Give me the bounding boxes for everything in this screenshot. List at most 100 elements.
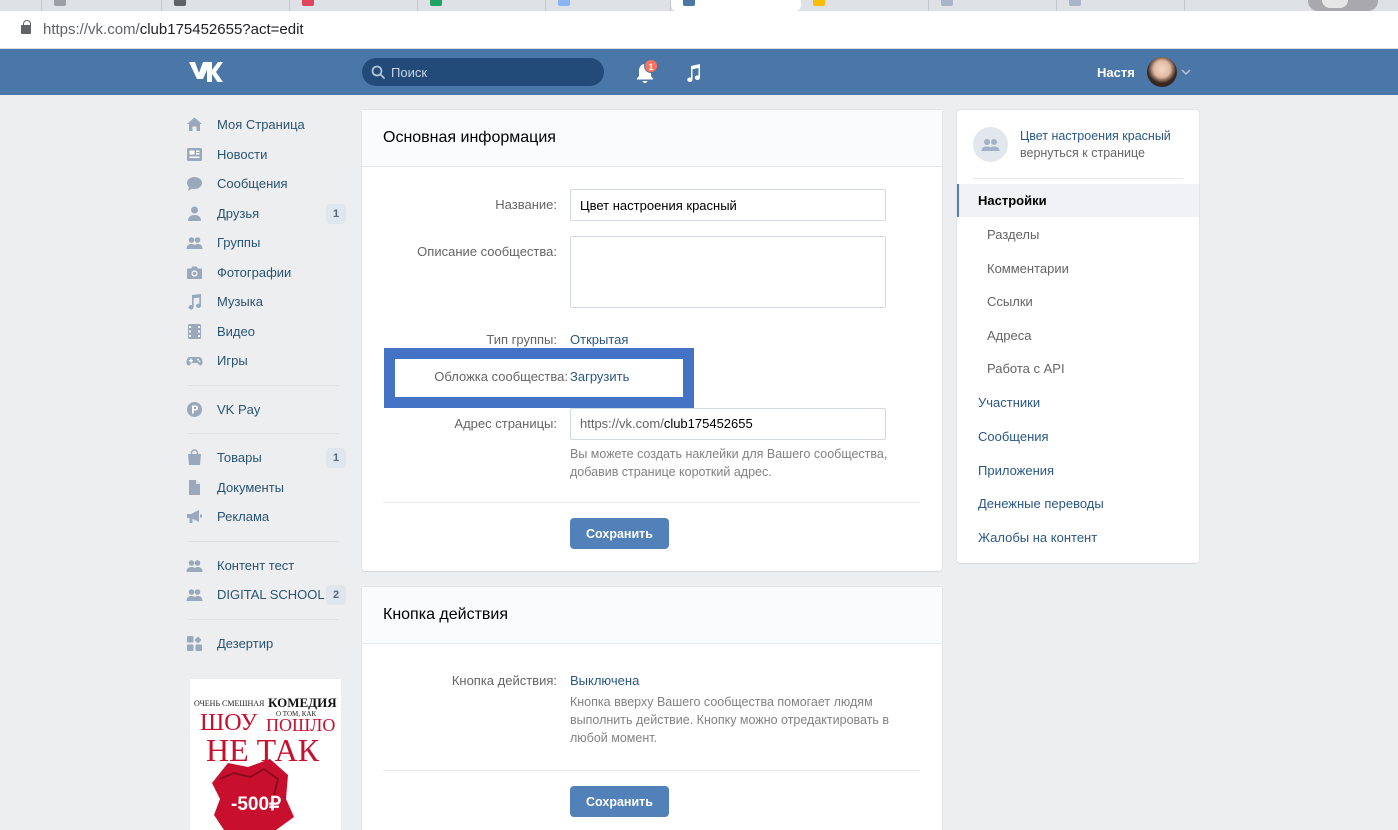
nav-label: Моя Страница [217, 117, 305, 133]
browser-tab[interactable] [162, 0, 290, 11]
card-title: Основная информация [383, 129, 556, 146]
action-button-card: Кнопка действия Кнопка действия: Выключе… [362, 587, 942, 830]
nav-item-photos[interactable]: Фотографии [186, 258, 351, 288]
group-type-label: Тип группы: [486, 332, 557, 347]
megaphone-icon [187, 510, 202, 524]
back-to-page-link[interactable]: вернуться к странице [1020, 146, 1145, 160]
nav-item-vk-pay[interactable]: VK Pay [186, 395, 351, 425]
avatar[interactable] [1147, 57, 1177, 87]
address-label: Адрес страницы: [454, 416, 557, 431]
browser-profile-chip[interactable] [1308, 0, 1378, 11]
nav-item-messages[interactable]: Сообщения [186, 169, 351, 199]
address-hint: Вы можете создать наклейки для Вашего со… [570, 445, 920, 481]
nav-item-music[interactable]: Музыка [186, 287, 351, 317]
user-name[interactable]: Настя [1097, 65, 1135, 80]
nav-item-documents[interactable]: Документы [186, 473, 351, 503]
nav-counter: 1 [326, 203, 346, 224]
nav-item-community-content-test[interactable]: Контент тест [186, 551, 351, 581]
chevron-down-icon[interactable] [1181, 68, 1191, 76]
browser-tab[interactable] [801, 0, 929, 11]
menu-item-settings[interactable]: Настройки [957, 184, 1199, 217]
menu-item-apps[interactable]: Приложения [957, 454, 1199, 487]
description-field[interactable] [570, 236, 886, 308]
save-button[interactable]: Сохранить [570, 518, 669, 549]
nav-item-community-digital-school[interactable]: DIGITAL SCHOOL 2 [186, 580, 351, 610]
nav-item-app-dezertir[interactable]: Дезертир [186, 629, 351, 659]
browser-tab[interactable] [0, 0, 42, 11]
nav-item-my-page[interactable]: Моя Страница [186, 110, 351, 140]
home-icon [187, 117, 202, 132]
ad-banner[interactable]: ОЧЕНЬ СМЕШНАЯ КОМЕДИЯ О ТОМ, КАК ШОУ ПОШ… [190, 679, 341, 830]
nav-item-news[interactable]: Новости [186, 140, 351, 170]
ad-text-comedy: КОМЕДИЯ [268, 695, 337, 710]
group-type-link[interactable]: Открытая [570, 332, 628, 347]
action-button-label: Кнопка действия: [451, 673, 557, 688]
address-prefix: https://vk.com/ [580, 416, 664, 431]
card-header: Кнопка действия [362, 587, 942, 644]
menu-item-members[interactable]: Участники [957, 386, 1199, 419]
groups-icon [186, 237, 203, 250]
notification-badge: 1 [644, 59, 658, 73]
cover-highlight-box: Обложка сообщества: Загрузить [384, 348, 694, 408]
nav-label: Реклама [217, 509, 270, 525]
search-icon [371, 65, 385, 79]
music-icon[interactable] [683, 63, 703, 83]
group-avatar[interactable] [973, 127, 1008, 162]
address-bar[interactable]: https://vk.com/club175452655?act=edit [0, 11, 1398, 49]
cover-label: Обложка сообщества: [434, 369, 568, 384]
search-box[interactable] [362, 58, 604, 86]
action-button-status-link[interactable]: Выключена [570, 673, 639, 688]
nav-label: DIGITAL SCHOOL [217, 587, 325, 603]
nav-label: Группы [217, 235, 261, 251]
save-button[interactable]: Сохранить [570, 786, 669, 817]
menu-item-comments[interactable]: Комментарии [957, 252, 1199, 285]
nav-item-friends[interactable]: Друзья 1 [186, 199, 351, 229]
nav-divider [188, 540, 339, 542]
url-text[interactable]: https://vk.com/club175452655?act=edit [43, 21, 304, 38]
nav-item-ads[interactable]: Реклама [186, 502, 351, 532]
menu-item-money-transfers[interactable]: Денежные переводы [957, 487, 1199, 520]
menu-item-api[interactable]: Работа с API [957, 352, 1199, 385]
lock-icon[interactable] [21, 20, 31, 34]
hint-line: любой момент. [570, 731, 658, 745]
camera-icon [187, 266, 202, 279]
action-button-hint: Кнопка вверху Вашего сообщества помогает… [570, 693, 920, 747]
browser-tab[interactable] [290, 0, 418, 11]
group-name-link[interactable]: Цвет настроения красный [1020, 129, 1171, 143]
community-icon [981, 139, 1000, 151]
friends-icon [188, 206, 201, 221]
menu-item-content-complaints[interactable]: Жалобы на контент [957, 521, 1199, 554]
nav-item-games[interactable]: Игры [186, 346, 351, 376]
menu-item-addresses[interactable]: Адреса [957, 319, 1199, 352]
nav-divider [188, 433, 339, 434]
cover-upload-link[interactable]: Загрузить [570, 369, 629, 384]
vk-logo-icon[interactable] [187, 59, 223, 85]
browser-tab-active[interactable] [671, 0, 801, 11]
address-value: club175452655 [663, 416, 753, 431]
nav-label: Друзья [217, 205, 260, 221]
address-hint-line: добавив странице короткий адрес. [570, 465, 772, 479]
browser-tab[interactable] [929, 0, 1057, 11]
community-icon [186, 589, 203, 602]
menu-item-messages[interactable]: Сообщения [957, 420, 1199, 453]
search-input[interactable] [391, 58, 596, 86]
browser-tab[interactable] [418, 0, 546, 11]
browser-tab[interactable] [546, 0, 671, 11]
description-label: Описание сообщества: [417, 244, 557, 259]
nav-label: Товары [217, 450, 262, 466]
nav-label: Контент тест [217, 557, 295, 573]
name-field[interactable] [570, 189, 886, 221]
address-field[interactable]: https://vk.com/club175452655 [570, 408, 886, 440]
menu-item-links[interactable]: Ссылки [957, 285, 1199, 318]
nav-label: VK Pay [217, 401, 261, 417]
nav-item-goods[interactable]: Товары 1 [186, 443, 351, 473]
nav-item-video[interactable]: Видео [186, 317, 351, 347]
browser-tab[interactable] [42, 0, 162, 11]
browser-tab-strip [0, 0, 1398, 11]
menu-item-sections[interactable]: Разделы [957, 218, 1199, 251]
nav-item-groups[interactable]: Группы [186, 228, 351, 258]
card-header: Основная информация [362, 110, 942, 167]
gamepad-icon [186, 357, 203, 366]
browser-tab[interactable] [1057, 0, 1185, 11]
video-icon [188, 323, 201, 339]
